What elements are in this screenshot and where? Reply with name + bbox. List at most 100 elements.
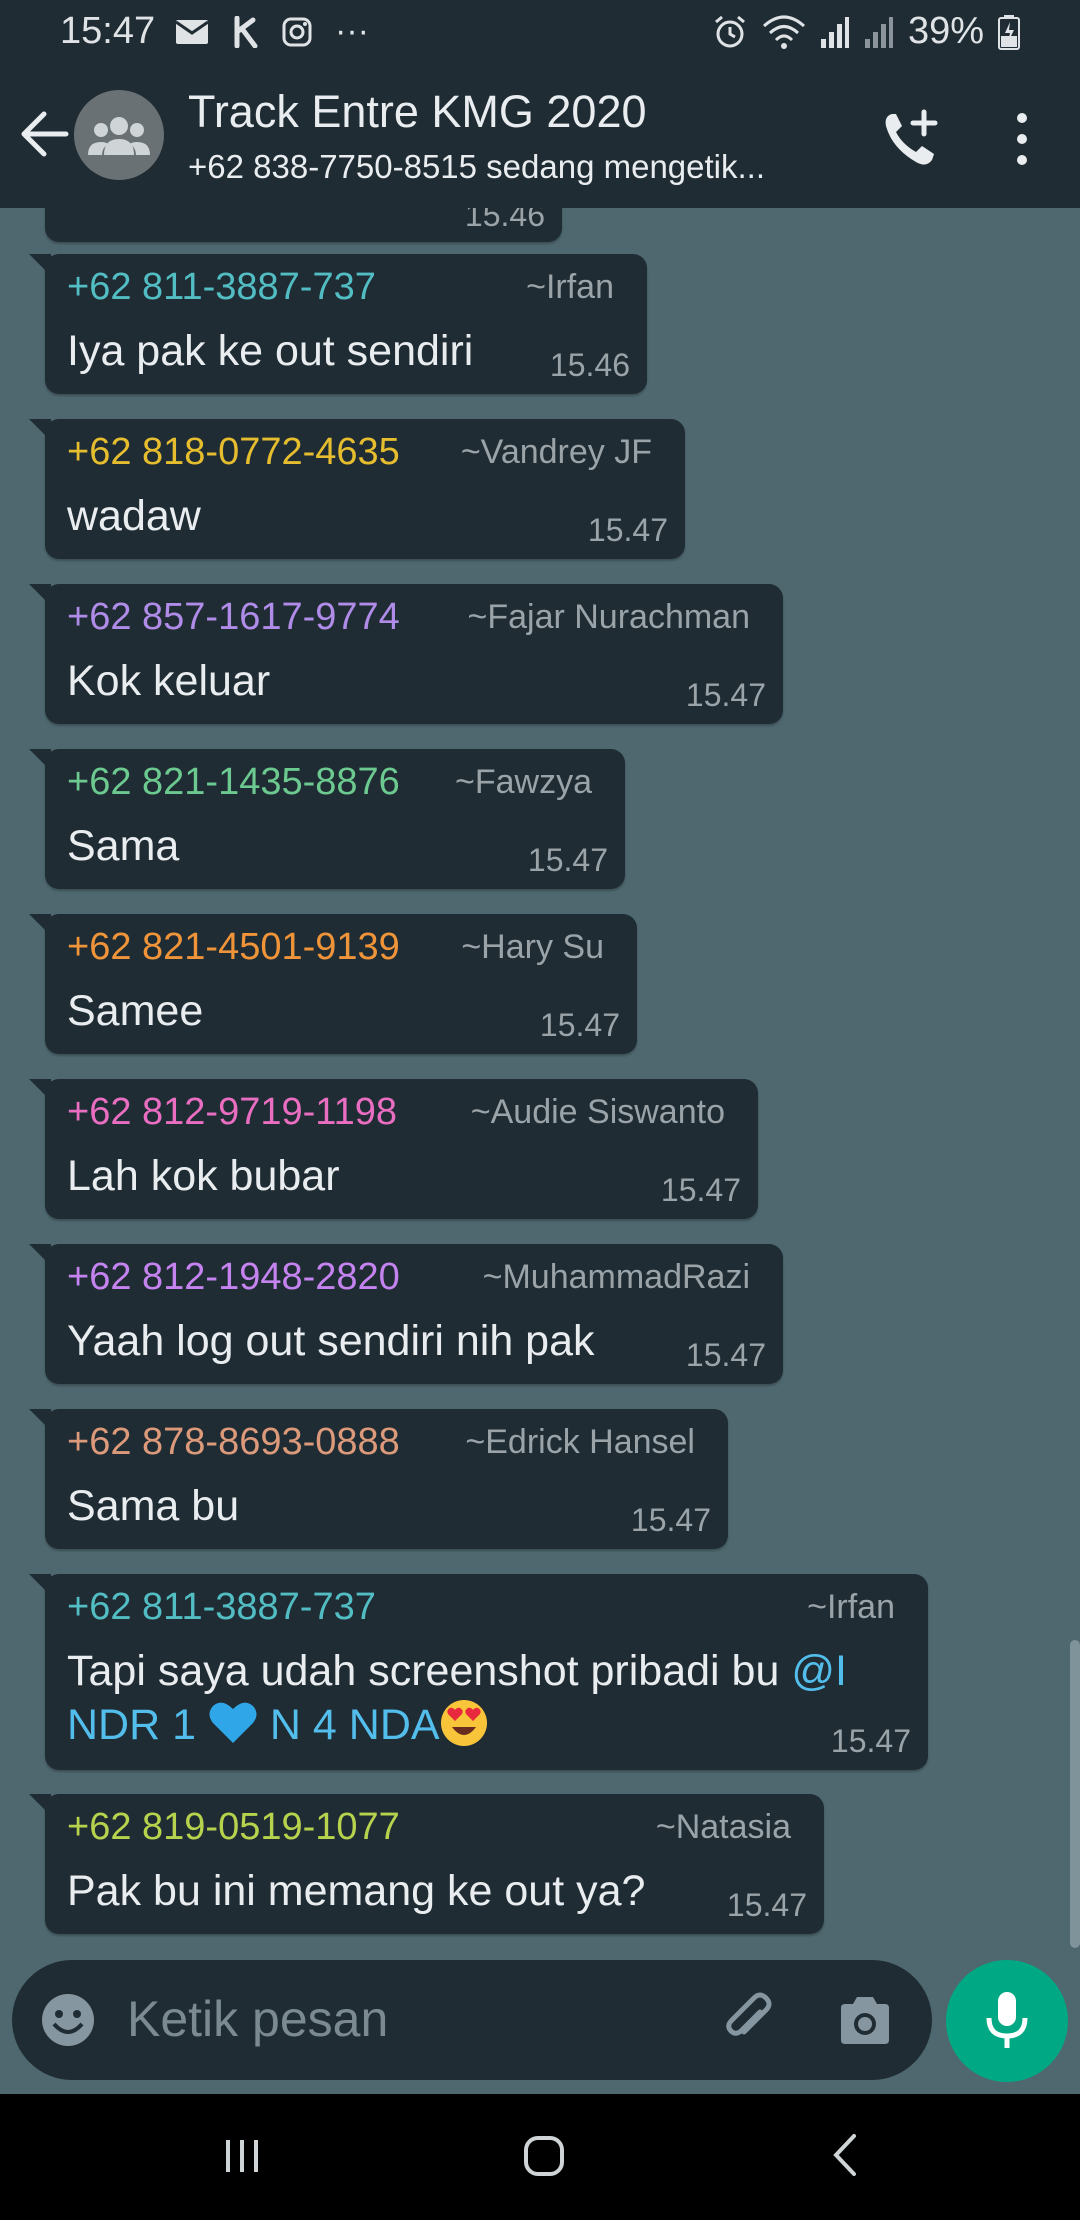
message-bubble[interactable]: +62 821-1435-8876 ~Fawzya Sama 15.47 <box>29 749 625 889</box>
nav-back-icon[interactable] <box>830 2132 860 2178</box>
sender-phone[interactable]: +62 818-0772-4635 <box>67 431 400 474</box>
sender-phone[interactable]: +62 819-0519-1077 <box>67 1806 400 1849</box>
heart-eyes-emoji <box>440 1700 487 1746</box>
bubble-tail <box>29 1079 51 1101</box>
sender-phone[interactable]: +62 821-1435-8876 <box>67 761 400 804</box>
chat-header: Track Entre KMG 2020 +62 838-7750-8515 s… <box>0 64 1080 208</box>
bubble-tail <box>29 1409 51 1431</box>
bubble-tail <box>29 1794 51 1816</box>
overflow-menu-icon[interactable] <box>1002 110 1042 168</box>
sender-name: ~Edrick Hansel <box>465 1423 695 1461</box>
sender-phone[interactable]: +62 811-3887-737 <box>67 1586 376 1629</box>
message-text: wadaw <box>67 492 201 540</box>
status-bar: 15:47 ··· 39% <box>0 0 1080 64</box>
more-notifications-icon: ··· <box>335 12 369 50</box>
back-arrow-icon[interactable] <box>18 104 72 164</box>
signal-icon <box>820 16 849 48</box>
attach-icon[interactable] <box>720 1990 780 2050</box>
sender-name: ~Vandrey JF <box>460 433 652 471</box>
message-time: 15.47 <box>685 677 766 713</box>
signal-sim2-icon <box>864 16 893 48</box>
camera-icon[interactable] <box>837 1994 893 2046</box>
sender-name: ~Hary Su <box>461 928 604 966</box>
scrollbar-thumb[interactable] <box>1070 1640 1080 1948</box>
message-text: Sama bu <box>67 1482 240 1530</box>
message-text: Lah kok bubar <box>67 1152 340 1200</box>
sender-name: ~Irfan <box>807 1588 895 1626</box>
sender-phone[interactable]: +62 857-1617-9774 <box>67 596 400 639</box>
sender-phone[interactable]: +62 812-1948-2820 <box>67 1256 400 1299</box>
message-bubble[interactable]: +62 811-3887-737 ~Irfan Iya pak ke out s… <box>29 254 647 394</box>
sender-name: ~Irfan <box>526 268 614 306</box>
emoji-icon[interactable] <box>40 1992 96 2048</box>
bubble-tail <box>29 584 51 606</box>
bubble-tail <box>29 254 51 276</box>
message-bubble[interactable]: +62 811-3887-737 ~Irfan Tapi saya udah s… <box>29 1574 928 1770</box>
bubble-tail <box>29 1244 51 1266</box>
message-text: Samee <box>67 987 204 1035</box>
sender-name: ~Fajar Nurachman <box>467 598 750 636</box>
message-text: Kok keluar <box>67 657 271 705</box>
mention-link[interactable]: N 4 NDA <box>258 1701 440 1749</box>
message-time: 15.47 <box>527 842 608 878</box>
status-time: 15:47 <box>60 10 156 52</box>
message-time: 15.47 <box>587 512 668 548</box>
message-time: 15.47 <box>660 1172 741 1208</box>
recent-apps-icon[interactable] <box>222 2134 262 2178</box>
message-bubble[interactable]: 15.46 <box>45 208 562 242</box>
bubble-tail <box>29 749 51 771</box>
add-call-icon[interactable] <box>880 108 942 170</box>
message-line-1: Tapi saya udah screenshot pribadi bu @I <box>67 1644 907 1698</box>
message-text: Sama <box>67 822 180 870</box>
bubble-tail <box>29 1574 51 1596</box>
bubble-tail <box>29 419 51 441</box>
message-time: 15.46 <box>464 208 545 233</box>
sender-phone[interactable]: +62 821-4501-9139 <box>67 926 400 969</box>
sender-name: ~Audie Siswanto <box>470 1093 725 1131</box>
voice-record-button[interactable] <box>946 1960 1068 2082</box>
instagram-icon <box>282 17 312 46</box>
group-avatar[interactable] <box>74 90 164 180</box>
message-text-part: Tapi saya udah screenshot pribadi bu <box>67 1647 792 1695</box>
sender-name: ~Natasia <box>655 1808 791 1846</box>
message-time: 15.47 <box>630 1502 711 1538</box>
message-text: Pak bu ini memang ke out ya? <box>67 1867 646 1915</box>
battery-percent: 39% <box>907 10 984 52</box>
mention-link[interactable]: NDR 1 <box>67 1701 208 1749</box>
blue-heart-emoji <box>209 1702 257 1743</box>
home-icon[interactable] <box>522 2134 566 2178</box>
message-time: 15.47 <box>726 1887 807 1923</box>
sender-phone[interactable]: +62 811-3887-737 <box>67 266 376 309</box>
chat-area[interactable]: 15.46 +62 811-3887-737 ~Irfan Iya pak ke… <box>0 208 1080 1960</box>
mention-link[interactable]: @I <box>791 1647 847 1695</box>
message-time: 15.47 <box>685 1337 766 1373</box>
mail-icon <box>175 19 209 44</box>
message-text: Iya pak ke out sendiri <box>67 327 474 375</box>
sender-phone[interactable]: +62 812-9719-1198 <box>67 1091 397 1134</box>
message-bubble[interactable]: +62 857-1617-9774 ~Fajar Nurachman Kok k… <box>29 584 783 724</box>
message-bubble[interactable]: +62 819-0519-1077 ~Natasia Pak bu ini me… <box>29 1794 824 1934</box>
app-notification-icon <box>234 15 258 48</box>
battery-icon <box>998 14 1020 50</box>
message-input-bar: Ketik pesan <box>12 1960 932 2080</box>
message-time: 15.47 <box>539 1007 620 1043</box>
message-bubble[interactable]: +62 818-0772-4635 ~Vandrey JF wadaw 15.4… <box>29 419 685 559</box>
message-time: 15.47 <box>830 1723 911 1759</box>
message-line-2: NDR 1 N 4 NDA <box>67 1698 907 1752</box>
system-nav-bar <box>0 2094 1080 2220</box>
chat-title[interactable]: Track Entre KMG 2020 <box>188 86 647 138</box>
message-bubble[interactable]: +62 812-9719-1198 ~Audie Siswanto Lah ko… <box>29 1079 758 1219</box>
message-text: Tapi saya udah screenshot pribadi bu @I … <box>67 1644 907 1752</box>
sender-phone[interactable]: +62 878-8693-0888 <box>67 1421 400 1464</box>
message-bubble[interactable]: +62 878-8693-0888 ~Edrick Hansel Sama bu… <box>29 1409 728 1549</box>
alarm-icon <box>714 15 745 47</box>
sender-name: ~Fawzya <box>455 763 592 801</box>
bubble-tail <box>29 914 51 936</box>
message-bubble[interactable]: +62 812-1948-2820 ~MuhammadRazi Yaah log… <box>29 1244 783 1384</box>
group-icon <box>88 117 150 155</box>
message-input[interactable]: Ketik pesan <box>127 1990 388 2048</box>
wifi-icon <box>762 15 805 49</box>
message-bubble[interactable]: +62 821-4501-9139 ~Hary Su Samee 15.47 <box>29 914 637 1054</box>
message-time: 15.46 <box>549 347 630 383</box>
microphone-icon <box>986 1992 1028 2048</box>
